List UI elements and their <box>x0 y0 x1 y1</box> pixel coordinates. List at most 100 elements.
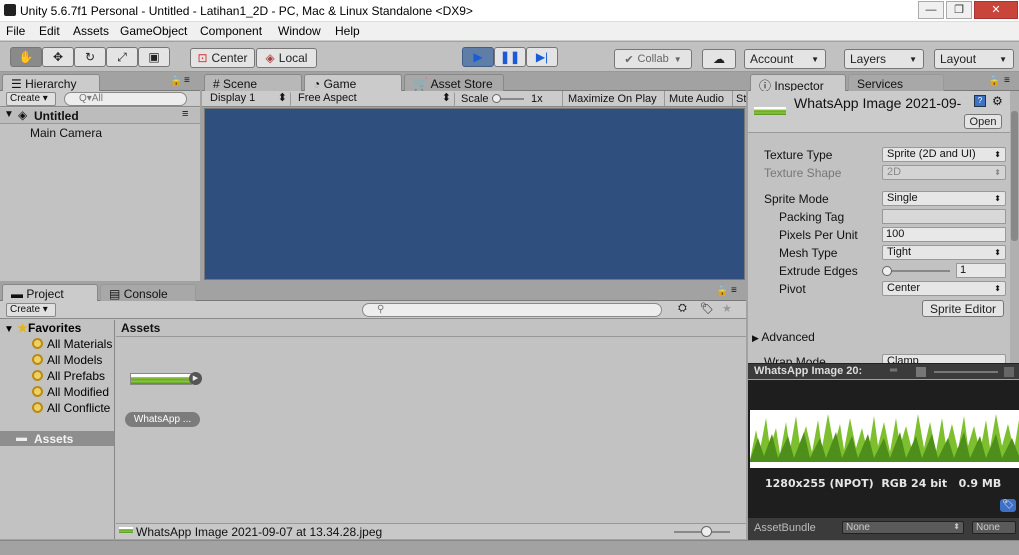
account-dropdown[interactable]: Account ▼ <box>744 49 826 69</box>
lock-icon[interactable]: 🔒 <box>988 76 1000 87</box>
extrude-edges-input[interactable]: 1 <box>956 263 1006 278</box>
wrap-mode-dropdown[interactable]: Clamp <box>882 354 1006 363</box>
hierarchy-create-dropdown[interactable]: Create ▾ <box>6 92 56 106</box>
project-search-input[interactable]: ⚲ <box>362 303 662 317</box>
preview-mip-slider[interactable] <box>934 371 998 373</box>
inspector-scrollbar[interactable] <box>1010 91 1019 363</box>
play-button[interactable]: ▶ <box>462 47 494 67</box>
move-tool-icon[interactable]: ✥ <box>42 47 74 67</box>
texture-type-dropdown[interactable]: Sprite (2D and UI) ⬍ <box>882 147 1006 162</box>
pivot-center-button[interactable]: ⊡ Center <box>190 48 255 68</box>
mesh-type-dropdown[interactable]: Tight ⬍ <box>882 245 1006 260</box>
aspect-dropdown[interactable]: Free Aspect ⬍ <box>295 92 455 106</box>
tab-console[interactable]: ▤ Console <box>100 284 196 301</box>
inspector-scroll-thumb[interactable] <box>1011 111 1018 241</box>
panel-menu-icon[interactable]: ≡ <box>184 75 190 86</box>
hierarchy-search-input[interactable]: Q▾All <box>64 92 187 106</box>
lock-icon[interactable]: 🔒 <box>170 76 182 87</box>
rect-tool-icon[interactable]: ▣ <box>138 47 170 67</box>
cloud-button[interactable]: ☁ <box>702 49 736 69</box>
grass-preview-image <box>750 414 1019 468</box>
tab-game[interactable]: ◔ Game <box>304 74 402 91</box>
assetbundle-dropdown[interactable]: None ⬍ <box>842 521 964 534</box>
filter-type-icon[interactable]: ⛭ <box>678 302 687 315</box>
project-create-dropdown[interactable]: Create ▾ <box>6 303 56 317</box>
pivot-dropdown[interactable]: Center ⬍ <box>882 281 1006 296</box>
filter-label-icon[interactable]: 🏷 <box>700 302 714 315</box>
checker-icon[interactable] <box>916 367 926 377</box>
tab-project[interactable]: ▬ Project <box>2 284 98 301</box>
asset-thumbnail[interactable] <box>130 373 192 385</box>
variant-dropdown[interactable]: None <box>972 521 1016 534</box>
game-view-viewport[interactable] <box>204 108 745 280</box>
packing-tag-input[interactable] <box>882 209 1006 224</box>
expand-sprite-icon[interactable]: ▶ <box>189 372 202 385</box>
minimize-button[interactable]: — <box>918 1 944 19</box>
favorite-all-materials[interactable]: All Materials <box>32 337 112 351</box>
assetbundle-label: AssetBundle <box>754 522 816 534</box>
alpha-icon[interactable] <box>1004 367 1014 377</box>
stats-toggle[interactable]: St <box>732 91 746 106</box>
texture-shape-label: Texture Shape <box>764 166 842 180</box>
open-button[interactable]: Open <box>964 114 1002 129</box>
panel-menu-icon[interactable]: ≡ <box>731 285 737 296</box>
tab-asset-store[interactable]: 🛒 Asset Store <box>404 74 504 91</box>
layers-dropdown[interactable]: Layers ▼ <box>844 49 924 69</box>
favorite-all-modified[interactable]: All Modified <box>32 385 109 399</box>
space-local-button[interactable]: ◈ Local <box>256 48 317 68</box>
advanced-foldout[interactable]: ▶ Advanced <box>752 330 815 344</box>
hierarchy-item-main-camera[interactable]: Main Camera <box>30 126 102 140</box>
menu-file[interactable]: File <box>6 24 25 38</box>
extrude-edges-slider[interactable] <box>886 270 950 272</box>
menu-window[interactable]: Window <box>278 24 321 38</box>
scale-tool-icon[interactable]: ⤢ <box>106 47 138 67</box>
rotate-tool-icon[interactable]: ↻ <box>74 47 106 67</box>
scene-tabbar: # Scene ◔ Game 🛒 Asset Store <box>202 73 746 91</box>
scale-slider-thumb[interactable] <box>492 94 501 103</box>
hierarchy-panel: Create ▾ Q▾All ▼ ◈ Untitled ≡ Main Camer… <box>0 91 200 281</box>
favorite-all-prefabs[interactable]: All Prefabs <box>32 369 105 383</box>
help-book-icon[interactable]: ? <box>974 95 986 107</box>
tab-hierarchy[interactable]: ☰ Hierarchy <box>2 74 100 91</box>
tab-inspector[interactable]: ⓘ Inspector <box>750 74 846 93</box>
tab-services[interactable]: Services <box>848 74 944 91</box>
extrude-edges-thumb[interactable] <box>882 266 892 276</box>
maximize-button[interactable]: ❐ <box>946 1 972 19</box>
gear-icon[interactable]: ⚙ <box>992 94 1003 108</box>
layout-dropdown[interactable]: Layout ▼ <box>934 49 1014 69</box>
step-button[interactable]: ▶| <box>526 47 558 67</box>
menu-assets[interactable]: Assets <box>73 24 109 38</box>
favorite-all-conflicted[interactable]: All Conflicte <box>32 401 110 415</box>
asset-name-label[interactable]: WhatsApp ... <box>125 412 200 427</box>
menu-component[interactable]: Component <box>200 24 262 38</box>
maximize-on-play-toggle[interactable]: Maximize On Play <box>562 91 664 106</box>
tag-icon[interactable]: 🏷 <box>1000 499 1016 512</box>
scene-row[interactable]: ▼ ◈ Untitled ≡ <box>0 108 200 124</box>
close-button[interactable]: ✕ <box>974 1 1018 19</box>
assets-folder-row[interactable]: ▬ Assets <box>0 431 114 446</box>
hand-tool-icon[interactable]: ✋ <box>10 47 42 67</box>
favorite-all-models[interactable]: All Models <box>32 353 102 367</box>
collab-dropdown[interactable]: ✔ Collab ▼ <box>614 49 692 69</box>
expand-triangle-icon[interactable]: ▼ <box>4 109 14 120</box>
scene-menu-icon[interactable]: ≡ <box>182 108 188 120</box>
favorites-header[interactable]: ▼ ★Favorites <box>4 321 81 335</box>
menu-help[interactable]: Help <box>335 24 360 38</box>
drag-handle-icon[interactable]: ═ <box>890 365 897 376</box>
lock-icon[interactable]: 🔒 <box>716 286 728 297</box>
status-bar <box>0 540 1019 555</box>
menu-edit[interactable]: Edit <box>39 24 60 38</box>
thumbnail-size-thumb[interactable] <box>701 526 712 537</box>
favorite-star-icon[interactable]: ★ <box>722 302 732 315</box>
mute-audio-toggle[interactable]: Mute Audio <box>664 91 732 106</box>
assets-breadcrumb: Assets <box>116 320 746 337</box>
pause-button[interactable]: ❚❚ <box>494 47 526 67</box>
menu-gameobject[interactable]: GameObject <box>120 24 187 38</box>
sprite-mode-dropdown[interactable]: Single ⬍ <box>882 191 1006 206</box>
sprite-editor-button[interactable]: Sprite Editor <box>922 300 1004 317</box>
panel-menu-icon[interactable]: ≡ <box>1004 75 1010 86</box>
tab-scene[interactable]: # Scene <box>204 74 302 91</box>
scale-label: Scale <box>461 93 489 105</box>
display-dropdown[interactable]: Display 1 ⬍ <box>207 92 291 106</box>
pixels-per-unit-input[interactable]: 100 <box>882 227 1006 242</box>
